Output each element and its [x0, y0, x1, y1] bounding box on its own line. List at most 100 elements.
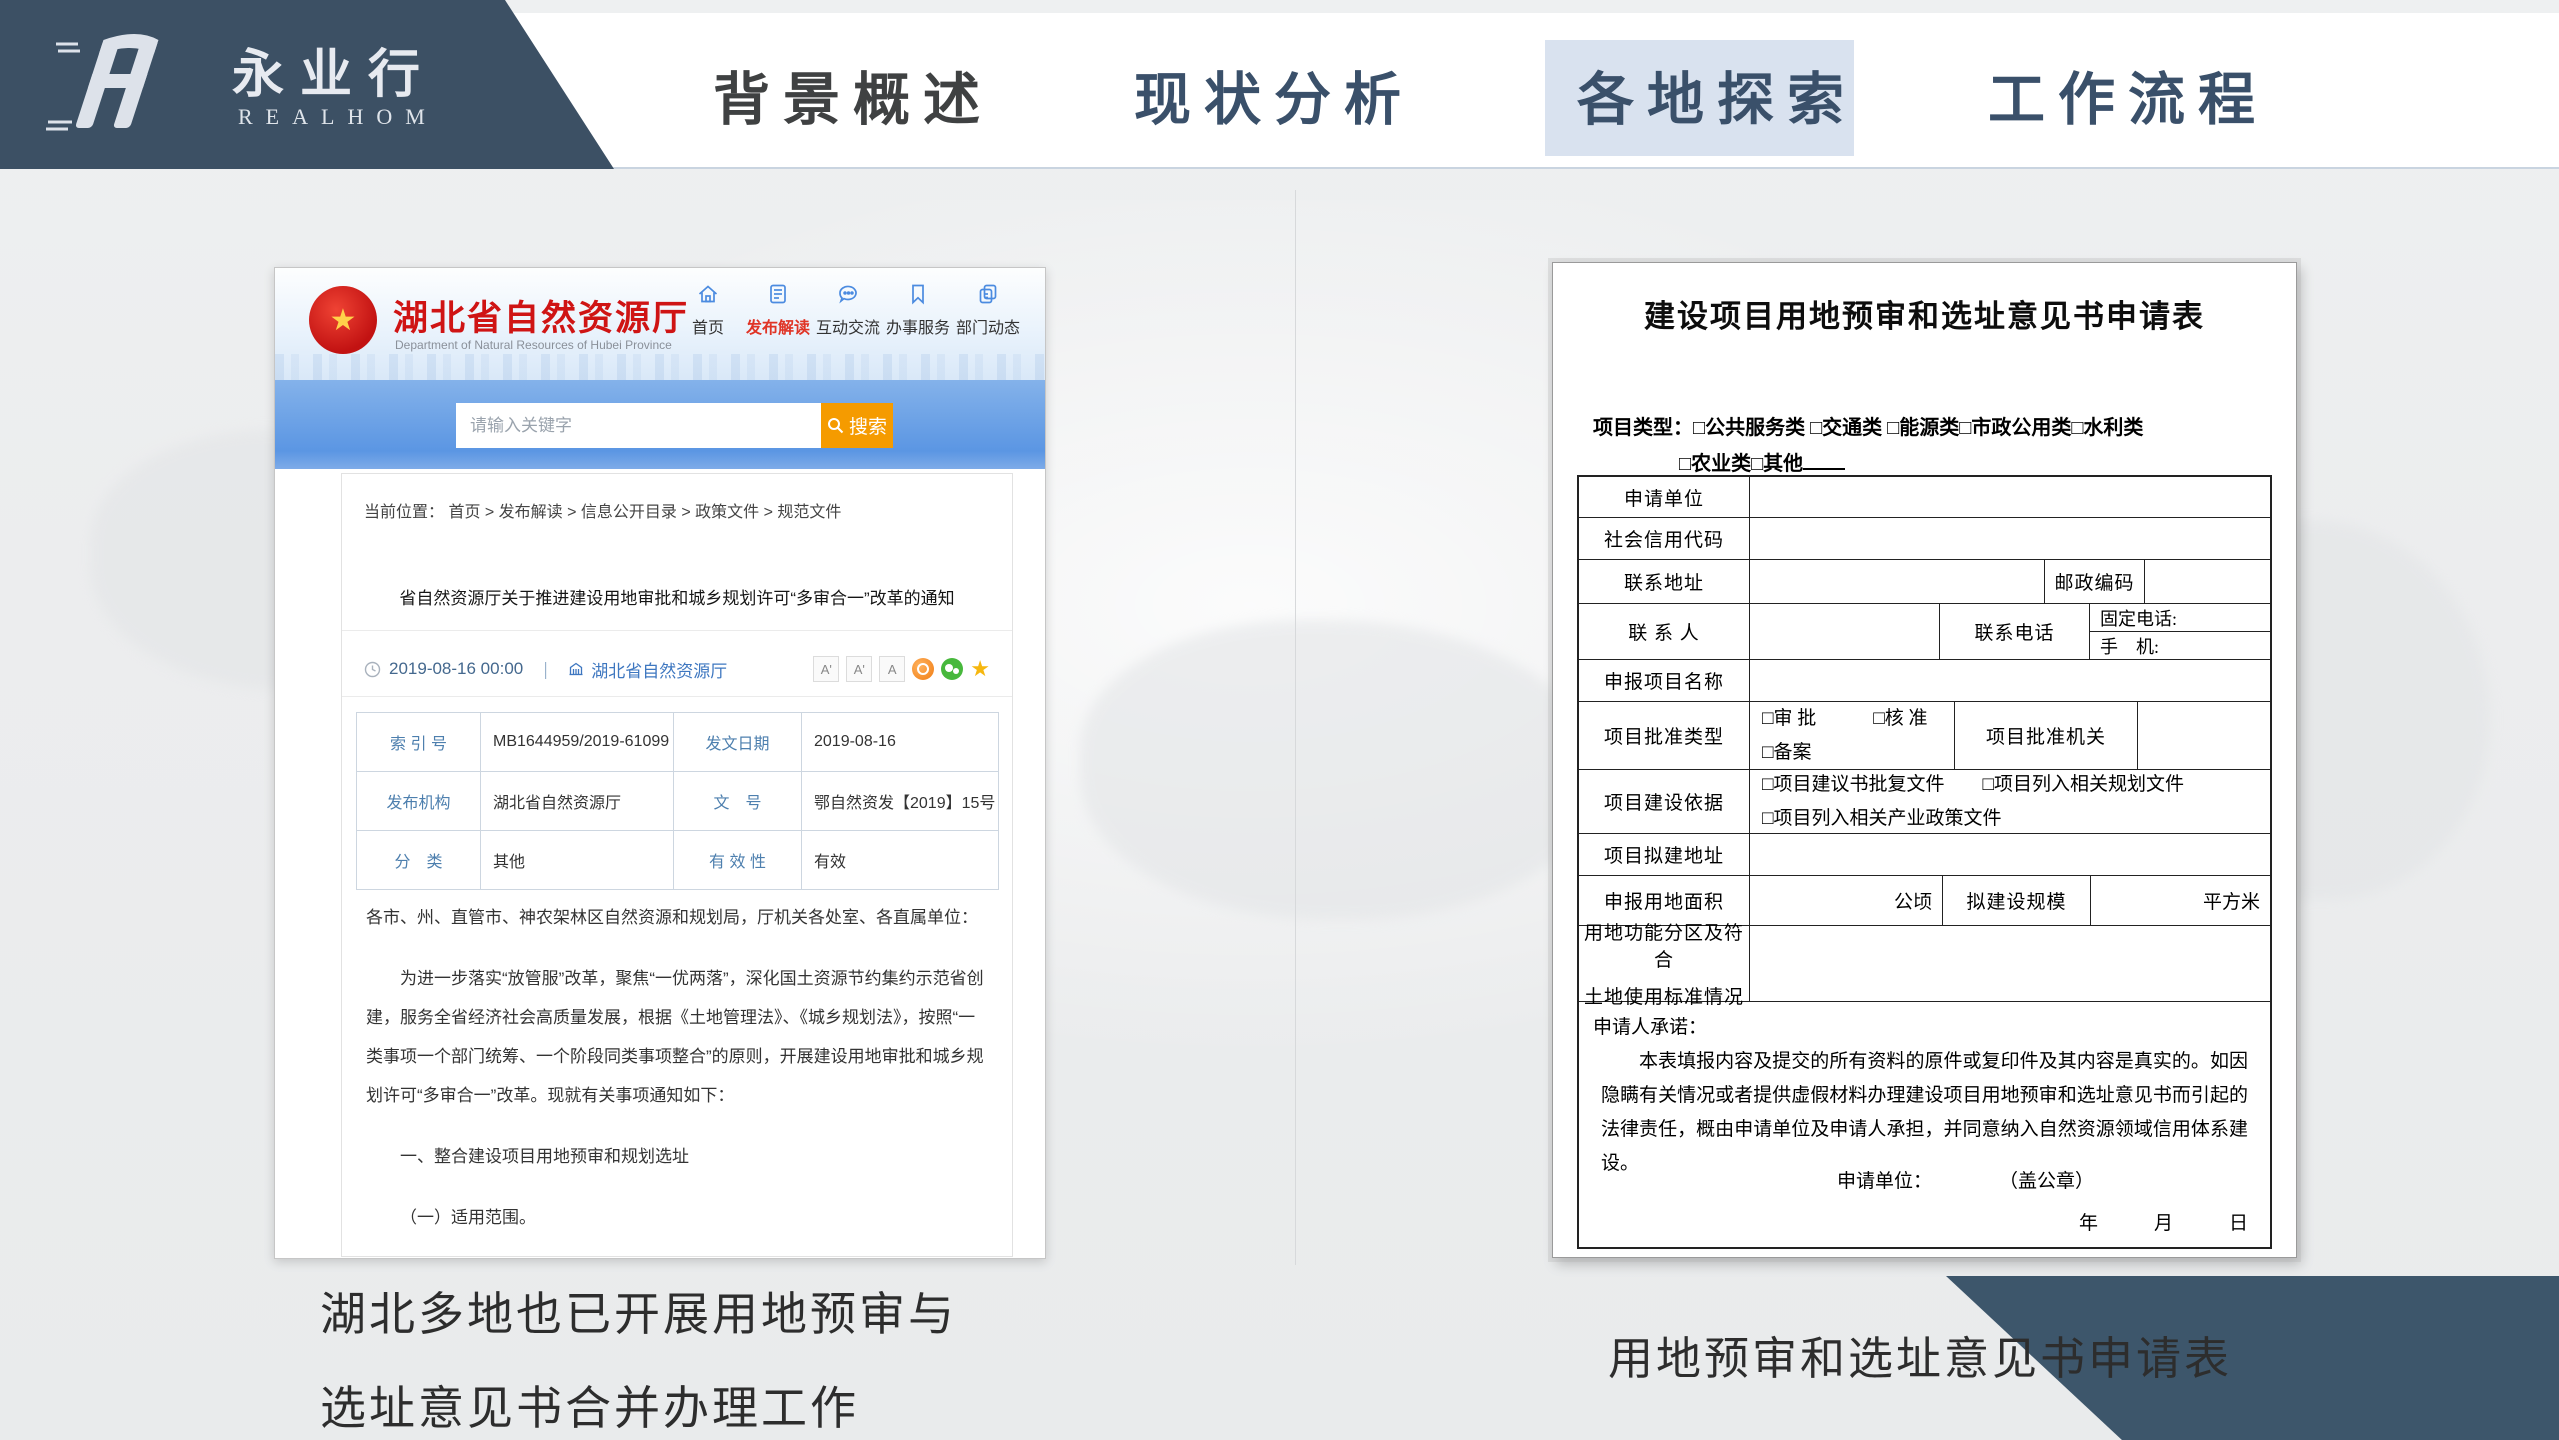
meta-separator: ｜ [537, 657, 554, 682]
article-paragraph: 各市、州、直管市、神农架林区自然资源和规划局，厅机关各处室、各直属单位： [366, 898, 988, 937]
font-size-reset-button[interactable]: A [879, 656, 905, 682]
divider [342, 696, 1012, 697]
form-blank-cell [2144, 560, 2270, 603]
font-size-large-button[interactable]: A' [813, 656, 839, 682]
search-button[interactable]: 搜索 [821, 403, 893, 448]
article-paragraph: 为进一步落实“放管服”改革，聚焦“一优两落”，深化国土资源节约集约示范省创建，服… [366, 959, 988, 1115]
pages-icon [976, 282, 1000, 306]
fixed-phone-label: 固定电话: [2090, 604, 2270, 631]
checkbox-options: □项目建议书批复文件 □项目列入相关规划文件 [1762, 772, 2184, 798]
form-blank-cell [1749, 518, 2270, 559]
form-label: 申报项目名称 [1579, 660, 1749, 701]
info-label: 文 号 [673, 772, 801, 830]
font-size-small-button[interactable]: A' [846, 656, 872, 682]
favorite-star-icon[interactable]: ★ [970, 658, 990, 680]
form-label: 用地功能分区及符合 土地使用标准情况 [1579, 926, 1749, 1001]
applicant-promise-cell: 申请人承诺： 本表填报内容及提交的所有资料的原件或复印件及其内容是真实的。如因隐… [1579, 1002, 2270, 1248]
article-meta: 2019-08-16 00:00 ｜ 湖北省自然资源厅 A' A' A ★ [364, 652, 990, 686]
site-subtitle: Department of Natural Resources of Hubei… [395, 338, 672, 352]
article-date: 2019-08-16 00:00 [389, 659, 523, 679]
form-blank-cell [1749, 926, 2270, 1001]
checkbox-options: □项目列入相关产业政策文件 [1762, 806, 2001, 832]
form-label: 拟建设规模 [1942, 876, 2090, 925]
info-value: 2019-08-16 [801, 713, 998, 771]
form-blank-cell [1749, 560, 2044, 603]
form-label-line: 用地功能分区及符合 [1579, 918, 1749, 972]
form-label: 项目批准类型 [1579, 702, 1749, 769]
seal-label: （盖公章） [1999, 1166, 2094, 1193]
divider [342, 630, 1012, 631]
form-label: 邮政编码 [2044, 560, 2144, 603]
weibo-share-icon[interactable] [912, 658, 934, 680]
article-card: 当前位置： 首页 > 发布解读 > 信息公开目录 > 政策文件 > 规范文件 省… [341, 473, 1013, 1257]
left-caption-line1: 湖北多地也已开展用地预审与 [320, 1278, 957, 1344]
building-icon [568, 661, 584, 677]
site-nav-services[interactable]: 办事服务 [887, 282, 949, 338]
article-source: 湖北省自然资源厅 [591, 657, 727, 682]
table-row: 索 引 号 MB1644959/2019-61099 发文日期 2019-08-… [357, 713, 998, 772]
article-section-heading: 一、整合建设项目用地预审和规划选址 [366, 1137, 988, 1176]
form-label: 项目拟建地址 [1579, 834, 1749, 875]
wechat-share-icon[interactable] [941, 658, 963, 680]
checkbox-options: □审 批 □核 准 [1762, 706, 1927, 732]
area-unit-label: 公顷 [1749, 876, 1942, 925]
site-nav-label: 互动交流 [816, 314, 880, 338]
mobile-phone-label: 手 机: [2090, 631, 2270, 659]
form-blank-cell [2137, 702, 2270, 769]
site-nav-release[interactable]: 发布解读 [747, 282, 809, 338]
site-nav-home[interactable]: 首页 [677, 282, 739, 338]
form-blank-cell [1749, 604, 1939, 659]
form-screenshot: 建设项目用地预审和选址意见书申请表 项目类型：□公共服务类 □交通类 □能源类□… [1552, 262, 2297, 1258]
website-screenshot: ★ 湖北省自然资源厅 Department of Natural Resourc… [274, 267, 1046, 1259]
info-label: 发布机构 [357, 772, 480, 830]
site-title: 湖北省自然资源厅 [393, 290, 689, 341]
form-row: 项目拟建地址 [1579, 833, 2270, 875]
form-label: 联系电话 [1939, 604, 2089, 659]
site-nav-interact[interactable]: 互动交流 [817, 282, 879, 338]
info-value: 其他 [480, 831, 673, 889]
site-nav-department[interactable]: 部门动态 [957, 282, 1019, 338]
construction-basis-options: □项目建议书批复文件 □项目列入相关规划文件 □项目列入相关产业政策文件 [1749, 770, 2270, 833]
national-emblem-icon: ★ [309, 286, 377, 354]
site-nav: 首页 发布解读 互动交流 办事服务 部门动态 [677, 282, 1019, 338]
left-caption-line2: 选址意见书合并办理工作 [320, 1372, 859, 1438]
tab-background-overview[interactable]: 背景概述 [713, 54, 993, 136]
form-row: 申报项目名称 [1579, 659, 2270, 701]
home-icon [696, 282, 720, 306]
logo-text-cn: 永业行 [232, 32, 436, 107]
sign-unit-label: 申请单位： [1837, 1166, 1932, 1193]
info-label: 发文日期 [673, 713, 801, 771]
tab-work-process[interactable]: 工作流程 [1988, 54, 2268, 136]
breadcrumb[interactable]: 当前位置： 首页 > 发布解读 > 信息公开目录 > 政策文件 > 规范文件 [364, 498, 841, 522]
chat-icon [836, 282, 860, 306]
blank-underline [1803, 450, 1845, 470]
share-toolbar: A' A' A ★ [813, 656, 990, 682]
form-label: 社会信用代码 [1579, 518, 1749, 559]
project-type-line2-text: □农业类□其他 [1679, 453, 1803, 475]
skyline-decoration [275, 354, 1045, 380]
phone-split-cell: 固定电话: 手 机: [2089, 604, 2270, 659]
info-value: MB1644959/2019-61099 [480, 713, 673, 771]
form-row: 项目批准类型 □审 批 □核 准 □备案 项目批准机关 [1579, 701, 2270, 769]
form-row: 申请人承诺： 本表填报内容及提交的所有资料的原件或复印件及其内容是真实的。如因隐… [1579, 1001, 2270, 1247]
form-row: 联 系 人 联系电话 固定电话: 手 机: [1579, 603, 2270, 659]
table-row: 分 类 其他 有 效 性 有效 [357, 831, 998, 890]
form-row: 社会信用代码 [1579, 517, 2270, 559]
form-label: 项目建设依据 [1579, 770, 1749, 833]
info-value: 有效 [801, 831, 998, 889]
right-caption: 用地预审和选址意见书申请表 [1608, 1322, 2232, 1387]
tab-status-analysis[interactable]: 现状分析 [1134, 54, 1414, 136]
form-blank-cell [1749, 660, 2270, 701]
project-type-line2: □农业类□其他 [1679, 447, 1845, 476]
promise-body: 本表填报内容及提交的所有资料的原件或复印件及其内容是真实的。如因隐瞒有关情况或者… [1601, 1045, 2248, 1181]
company-logo: 永业行 REALHOM [0, 0, 614, 169]
form-row: 联系地址 邮政编码 [1579, 559, 2270, 603]
search-button-label: 搜索 [849, 412, 887, 439]
checkbox-options: □备案 [1762, 740, 1811, 766]
search-band: 搜索 [275, 380, 1045, 469]
search-input[interactable] [456, 403, 821, 448]
tab-regional-exploration[interactable]: 各地探索 [1577, 54, 1857, 136]
info-label: 索 引 号 [357, 713, 480, 771]
form-title: 建设项目用地预审和选址意见书申请表 [1553, 291, 2296, 336]
info-label: 分 类 [357, 831, 480, 889]
